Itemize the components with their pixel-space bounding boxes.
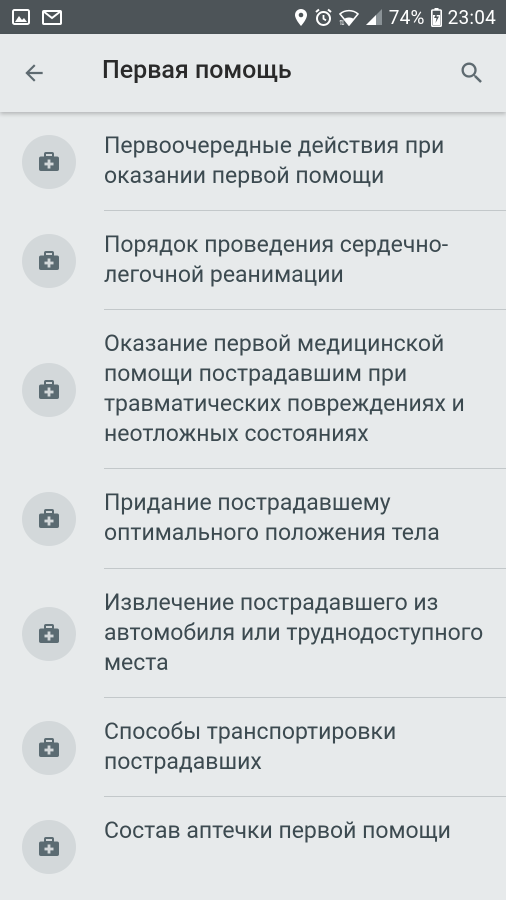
first-aid-kit-icon [38, 152, 60, 172]
battery-charging-icon [430, 7, 442, 27]
list-item[interactable]: Извлечение пострадавшего из автомобиля и… [0, 569, 506, 698]
first-aid-kit-icon [38, 380, 60, 400]
list-item-label: Оказание первой медицинской помощи постр… [104, 330, 465, 447]
list-item-avatar [22, 234, 76, 288]
first-aid-kit-icon [38, 624, 60, 644]
list-item-avatar [22, 820, 76, 874]
arrow-left-icon [21, 60, 47, 86]
list-item-label: Способы транспортировки пострадавших [104, 718, 397, 775]
list-item-avatar [22, 607, 76, 661]
first-aid-kit-icon [38, 738, 60, 758]
gallery-icon [12, 9, 30, 25]
list-item-avatar [22, 135, 76, 189]
list-item[interactable]: Придание пострадавшему оптимального поло… [0, 469, 506, 569]
list-item-label: Придание пострадавшему оптимального поло… [104, 489, 440, 546]
back-button[interactable] [12, 51, 56, 95]
list-item-label: Извлечение пострадавшего из автомобиля и… [104, 589, 484, 676]
list-item-avatar [22, 721, 76, 775]
mail-icon [42, 9, 62, 25]
list-item-label: Состав аптечки первой помощи [104, 817, 451, 844]
list-item-avatar [22, 492, 76, 546]
svg-text:⇅: ⇅ [339, 20, 345, 26]
list-item[interactable]: Состав аптечки первой помощи [0, 797, 506, 896]
list-item-label: Первоочередные действия при оказании пер… [104, 132, 445, 189]
app-bar: Первая помощь [0, 34, 506, 112]
signal-icon [365, 8, 383, 26]
first-aid-kit-icon [38, 251, 60, 271]
list-item[interactable]: Порядок проведения сердечно-легочной реа… [0, 211, 506, 310]
first-aid-kit-icon [38, 509, 60, 529]
clock: 23:04 [447, 5, 496, 29]
list-item-label: Порядок проведения сердечно-легочной реа… [104, 231, 449, 288]
list-item[interactable]: Оказание первой медицинской помощи постр… [0, 310, 506, 469]
first-aid-kit-icon [38, 837, 60, 857]
location-icon [294, 8, 308, 27]
topic-list: Первоочередные действия при оказании пер… [0, 112, 506, 896]
battery-percent: 74% [388, 5, 425, 29]
alarm-icon [314, 8, 333, 27]
status-bar: ⇅ 74% 23:04 [0, 0, 506, 34]
list-item[interactable]: Первоочередные действия при оказании пер… [0, 112, 506, 211]
search-icon [458, 59, 486, 87]
wifi-icon: ⇅ [338, 9, 359, 26]
search-button[interactable] [450, 51, 494, 95]
list-item-avatar [22, 363, 76, 417]
page-title: Первая помощь [102, 56, 292, 85]
list-item[interactable]: Способы транспортировки пострадавших [0, 698, 506, 797]
